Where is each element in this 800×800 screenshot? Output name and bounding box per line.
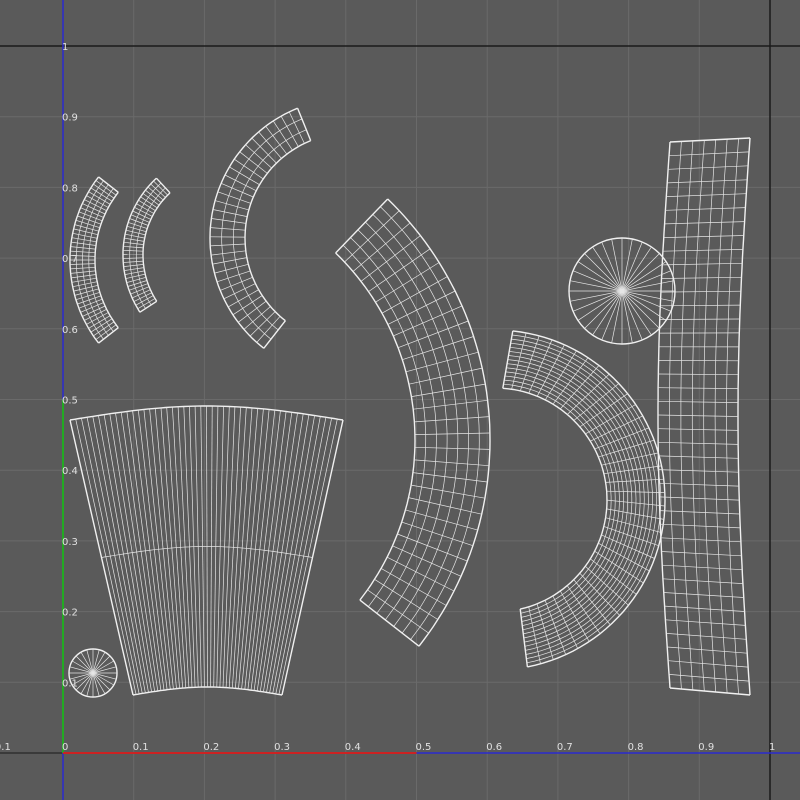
u-tick-label: 0.6 [486, 742, 502, 753]
v-tick-label: 0.6 [62, 325, 78, 336]
u-tick-label: 0.9 [698, 742, 714, 753]
u-tick-label: 0.3 [274, 742, 290, 753]
u-tick-label: 0.8 [628, 742, 644, 753]
v-tick-label: 1 [62, 42, 68, 53]
small-cap-disc [68, 648, 118, 698]
u-tick-label: -0.1 [0, 742, 11, 753]
u-tick-label: 0.1 [133, 742, 149, 753]
v-tick-label: 0.8 [62, 183, 78, 194]
u-tick-label: 0.5 [416, 742, 432, 753]
v-tick-label: 0.5 [62, 396, 78, 407]
uv-editor-viewport[interactable]: -0.1 0 0.1 0.2 0.3 0.4 0.5 0.6 0.7 0.8 0.9 1 0.1 0.2 0… [0, 0, 800, 800]
u-tick-label: 0.2 [203, 742, 219, 753]
v-tick-label: 0.7 [62, 254, 78, 265]
v-tick-label: 0.3 [62, 537, 78, 548]
v-tick-label: 0.1 [62, 678, 78, 689]
u-tick-label: 1 [769, 742, 775, 753]
u-tick-label: 0.7 [557, 742, 573, 753]
u-tick-label: 0.4 [345, 742, 361, 753]
v-tick-label: 0.9 [62, 113, 78, 124]
v-tick-label: 0.4 [62, 466, 78, 477]
v-tick-label: 0.2 [62, 608, 78, 619]
u-tick-label: 0 [62, 742, 68, 753]
large-cap-disc [568, 237, 676, 345]
